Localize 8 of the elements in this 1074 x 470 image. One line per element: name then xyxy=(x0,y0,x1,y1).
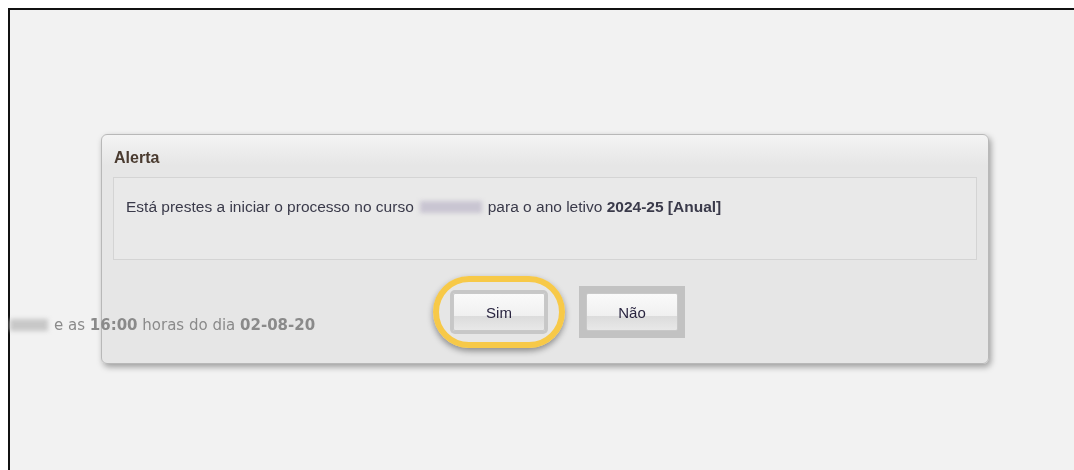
blurred-text xyxy=(419,201,482,213)
blurred-text xyxy=(10,319,48,331)
background-text: e as 16:00 horas do dia 02-08-20 xyxy=(54,316,316,334)
message-text: para o ano letivo 2024-25 [Anual] xyxy=(487,198,722,216)
dialog-title: Alerta xyxy=(114,149,161,167)
message-text: Está prestes a iniciar o processo no curso xyxy=(126,198,414,216)
dialog-button[interactable]: Sim xyxy=(453,293,545,331)
dialog-button[interactable]: Não xyxy=(586,293,678,331)
